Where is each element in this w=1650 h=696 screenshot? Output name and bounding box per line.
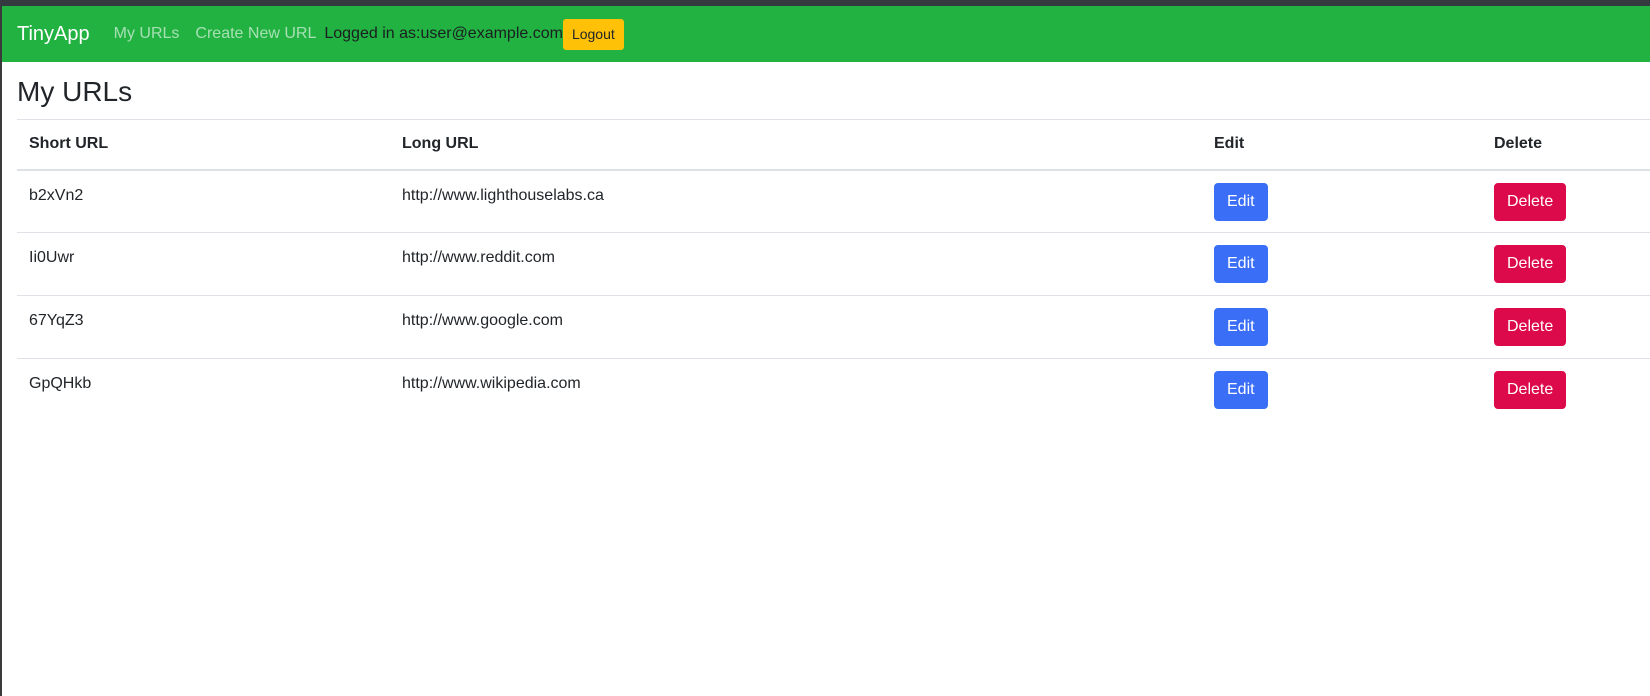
delete-cell: Delete [1482,233,1650,296]
brand-link[interactable]: TinyApp [17,24,90,44]
urls-table: Short URL Long URL Edit Delete b2xVn2 ht… [17,119,1650,422]
table-row: b2xVn2 http://www.lighthouselabs.ca Edit… [17,170,1650,233]
delete-button[interactable]: Delete [1494,245,1567,283]
delete-cell: Delete [1482,170,1650,233]
table-header: Short URL Long URL Edit Delete [17,119,1650,170]
edit-cell: Edit [1202,296,1482,359]
edit-cell: Edit [1202,170,1482,233]
edit-button[interactable]: Edit [1214,371,1268,409]
long-url-cell: http://www.wikipedia.com [402,375,581,392]
delete-button[interactable]: Delete [1494,371,1567,409]
column-header-long-url: Long URL [402,135,479,153]
delete-cell: Delete [1482,296,1650,359]
table-body: b2xVn2 http://www.lighthouselabs.ca Edit… [17,170,1650,422]
column-header-short-url: Short URL [29,135,109,153]
nav-link-create-new-url[interactable]: Create New URL [195,26,316,42]
table-header-row: Short URL Long URL Edit Delete [17,119,1650,170]
edit-cell: Edit [1202,233,1482,296]
logged-in-status: Logged in as:user@example.com [324,25,563,42]
short-url-cell: GpQHkb [29,375,92,392]
logout-button[interactable]: Logout [562,18,624,50]
delete-button[interactable]: Delete [1494,308,1567,346]
column-header-delete: Delete [1494,135,1543,153]
window-left-edge [0,6,2,696]
delete-cell: Delete [1482,359,1650,422]
edit-button[interactable]: Edit [1214,245,1268,283]
table-row: 67YqZ3 http://www.google.com Edit Delete [17,296,1650,359]
edit-cell: Edit [1202,359,1482,422]
long-url-cell: http://www.reddit.com [402,249,555,266]
edit-button[interactable]: Edit [1214,308,1268,346]
column-header-edit: Edit [1214,135,1245,153]
long-url-cell: http://www.google.com [402,312,563,329]
edit-button[interactable]: Edit [1214,182,1268,221]
table-row: GpQHkb http://www.wikipedia.com Edit Del… [17,359,1650,422]
long-url-cell: http://www.lighthouselabs.ca [402,186,604,204]
nav-link-my-urls[interactable]: My URLs [114,26,180,42]
short-url-cell: 67YqZ3 [29,312,84,329]
short-url-cell: Ii0Uwr [29,249,75,266]
navbar: TinyApp My URLs Create New URL Logged in… [2,6,1650,62]
page-title: My URLs [17,76,133,107]
delete-button[interactable]: Delete [1494,182,1567,221]
table-row: Ii0Uwr http://www.reddit.com Edit Delete [17,233,1650,296]
short-url-cell: b2xVn2 [29,186,84,204]
